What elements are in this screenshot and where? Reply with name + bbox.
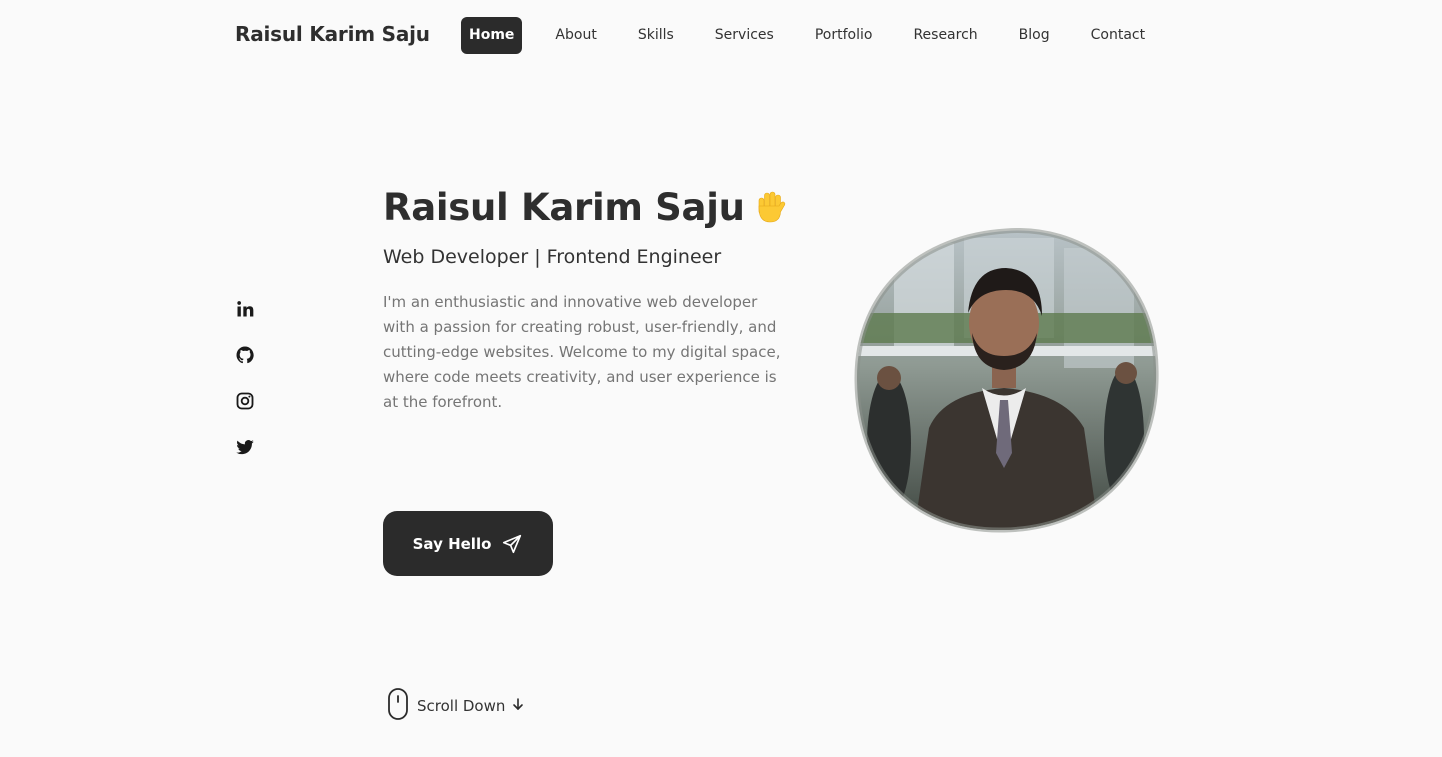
nav-research[interactable]: Research — [905, 17, 985, 54]
mouse-icon — [387, 687, 417, 725]
twitter-icon[interactable] — [235, 437, 255, 457]
profile-photo — [854, 228, 1159, 533]
scroll-down-label: Scroll Down — [417, 697, 506, 715]
site-logo[interactable]: Raisul Karim Saju — [235, 22, 430, 46]
instagram-icon[interactable] — [235, 391, 255, 411]
nav-portfolio[interactable]: Portfolio — [807, 17, 881, 54]
arrow-down-icon — [505, 697, 525, 715]
hero-name: Raisul Karim Saju — [383, 186, 745, 229]
nav-services[interactable]: Services — [707, 17, 782, 54]
nav-home[interactable]: Home — [461, 17, 523, 54]
say-hello-label: Say Hello — [412, 534, 492, 553]
say-hello-button[interactable]: Say Hello — [383, 511, 553, 576]
hero-description: I'm an enthusiastic and innovative web d… — [383, 293, 781, 411]
github-icon[interactable] — [235, 345, 255, 365]
nav-blog[interactable]: Blog — [1011, 17, 1058, 54]
nav-contact[interactable]: Contact — [1083, 17, 1153, 54]
waving-hand-icon — [751, 188, 791, 228]
nav-about[interactable]: About — [547, 17, 604, 54]
send-icon — [501, 533, 523, 555]
scroll-down-link[interactable]: Scroll Down — [387, 687, 525, 725]
social-links — [235, 299, 257, 483]
hero-title: Raisul Karim Saju — [383, 186, 791, 229]
site-header: Raisul Karim Saju Home About Skills Serv… — [0, 0, 1442, 70]
nav-skills[interactable]: Skills — [630, 17, 682, 54]
hero-subtitle: Web Developer | Frontend Engineer — [383, 246, 722, 268]
main-nav: Home About Skills Services Portfolio Res… — [461, 17, 1153, 54]
linkedin-icon[interactable] — [235, 299, 255, 319]
